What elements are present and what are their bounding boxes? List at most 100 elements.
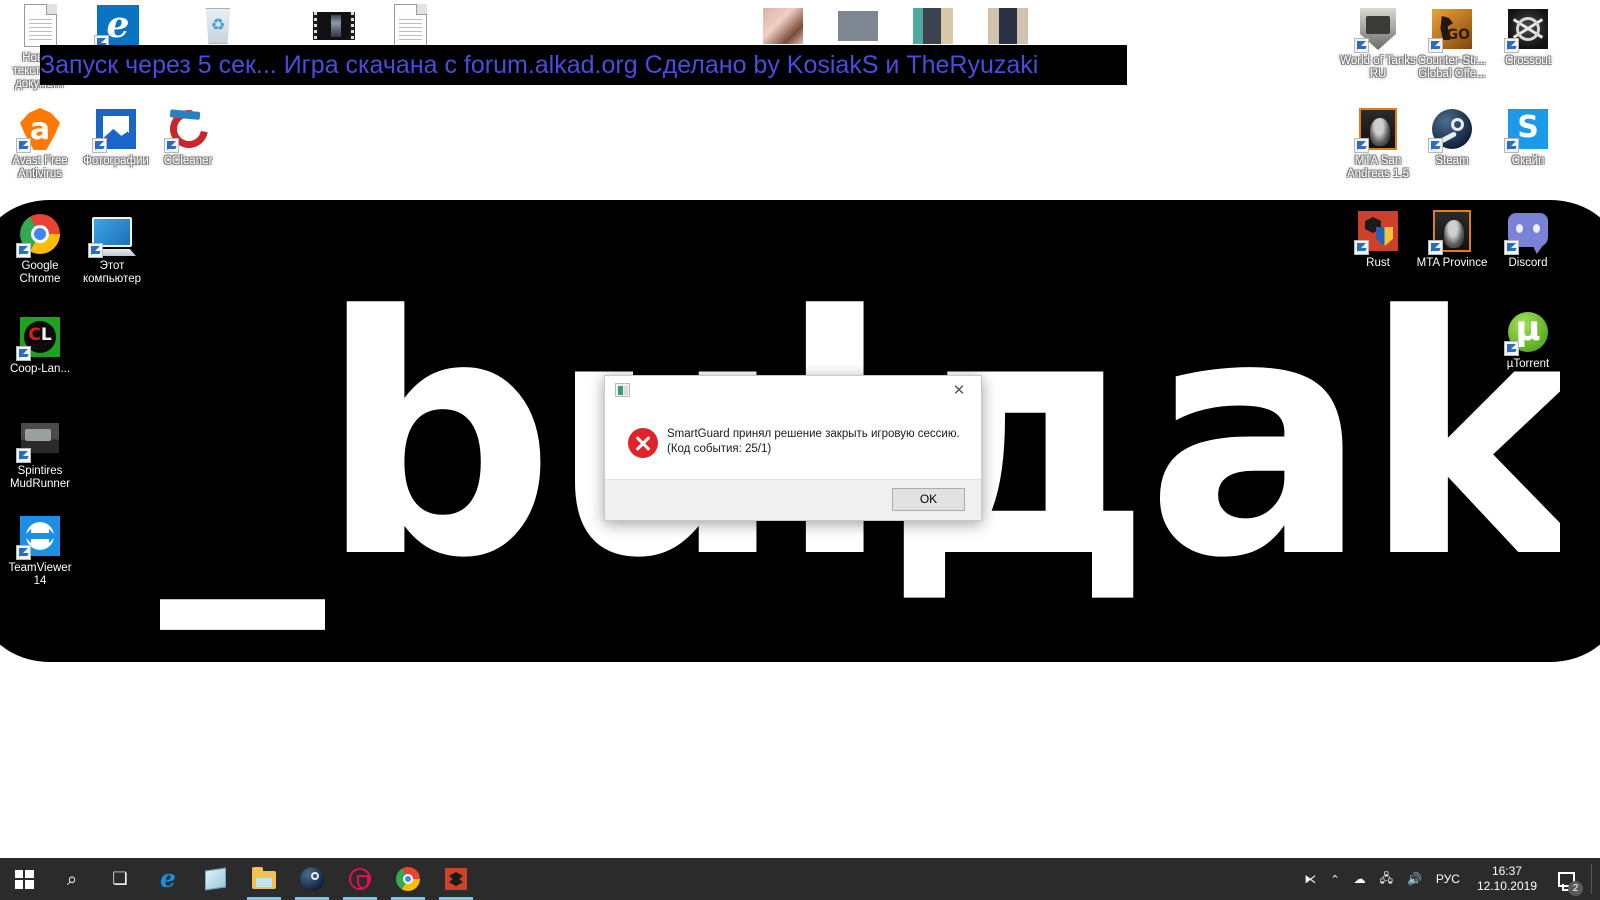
game-launcher-icon	[347, 866, 373, 892]
start-button[interactable]	[0, 858, 48, 900]
language-indicator[interactable]: РУС	[1429, 858, 1467, 900]
shortcut-badge-icon	[16, 243, 31, 258]
onedrive-icon[interactable]: ☁	[1347, 858, 1373, 900]
desktop-icon-avast[interactable]: Avast Free Antivirus	[2, 105, 78, 181]
desktop-icon-photos[interactable]: Фотографии	[78, 105, 154, 168]
taskbar-steam[interactable]	[288, 858, 336, 900]
desktop-icon-mta-province[interactable]: MTA Province	[1414, 207, 1490, 270]
photo-thumbnail-icon	[834, 2, 882, 50]
world-of-tanks-icon	[1354, 5, 1402, 53]
rust-icon	[1354, 207, 1402, 255]
photo-thumbnail-icon	[759, 2, 807, 50]
search-button[interactable]: ⌕	[48, 858, 96, 900]
shortcut-badge-icon	[88, 243, 103, 258]
clock-time: 16:37	[1492, 864, 1522, 879]
file-explorer-icon	[251, 866, 277, 892]
recycle-bin-icon	[194, 2, 242, 50]
desktop-icon-skype[interactable]: Скайп	[1490, 105, 1566, 168]
desktop-icon-label: MTA Province	[1414, 257, 1490, 270]
taskbar-file-explorer[interactable]	[240, 858, 288, 900]
photos-icon	[92, 105, 140, 153]
launch-banner: Запуск через 5 сек... Игра скачана с for…	[40, 45, 1127, 85]
desktop-icon-label: Steam	[1414, 155, 1490, 168]
smartguard-error-dialog: ✕ SmartGuard принял решение закрыть игро…	[604, 375, 982, 521]
crossout-icon	[1504, 5, 1552, 53]
taskbar-rust[interactable]	[432, 858, 480, 900]
people-icon[interactable]: ⧔	[1297, 858, 1323, 900]
rust-icon	[443, 866, 469, 892]
desktop-icon-label: Spintires MudRunner	[2, 465, 78, 491]
desktop-icon-rust[interactable]: Rust	[1340, 207, 1416, 270]
desktop-icon-coop-land[interactable]: CL Coop-Lan...	[2, 313, 78, 376]
photo-thumbnail-icon	[909, 2, 957, 50]
spintires-mudrunner-icon	[16, 415, 64, 463]
app-window-icon	[615, 383, 630, 397]
desktop-icon-this-pc[interactable]: Этот компьютер	[74, 210, 150, 286]
desktop-icon-ccleaner[interactable]: CCleaner	[150, 105, 226, 168]
chevron-up-icon[interactable]: ⌃	[1323, 858, 1346, 900]
this-pc-icon	[88, 210, 136, 258]
text-document-icon	[16, 2, 64, 50]
chrome-icon	[16, 210, 64, 258]
shortcut-badge-icon	[1428, 38, 1443, 53]
desktop-icon-teamviewer[interactable]: TeamViewer 14	[2, 512, 78, 588]
coop-land-icon: CL	[16, 313, 64, 361]
network-icon[interactable]: 🖧	[1373, 858, 1400, 900]
shortcut-badge-icon	[1504, 240, 1519, 255]
shortcut-badge-icon	[92, 138, 107, 153]
desktop-icon-google-chrome[interactable]: Google Chrome	[2, 210, 78, 286]
video-file-icon	[310, 2, 358, 50]
shortcut-badge-icon	[1354, 138, 1369, 153]
task-view-icon: ❏	[107, 866, 133, 892]
desktop-icon-world-of-tanks[interactable]: World of Tanks RU	[1340, 5, 1416, 81]
desktop-icon-discord[interactable]: Discord	[1490, 207, 1566, 270]
taskbar-chrome[interactable]	[384, 858, 432, 900]
desktop-icon-spintires-mudrunner[interactable]: Spintires MudRunner	[2, 415, 78, 491]
desktop-icon-label: µTorrent	[1490, 358, 1566, 371]
taskbar-game-launcher[interactable]	[336, 858, 384, 900]
system-tray: ⧔ ⌃ ☁ 🖧 🔊 РУС 16:37 12.10.2019 2	[1297, 858, 1600, 900]
error-icon	[628, 428, 658, 458]
teamviewer-icon	[16, 512, 64, 560]
task-view-button[interactable]: ❏	[96, 858, 144, 900]
taskbar-notepad[interactable]	[192, 858, 240, 900]
tray-divider	[1591, 864, 1592, 894]
desktop-icon-utorrent[interactable]: µTorrent	[1490, 308, 1566, 371]
dialog-message-line2: (Код события: 25/1)	[667, 442, 969, 457]
shortcut-badge-icon	[1428, 240, 1443, 255]
photo-thumbnail-icon	[984, 2, 1032, 50]
desktop-icon-label: MTA San Andreas 1.5	[1340, 155, 1416, 181]
desktop-icon-label: CCleaner	[150, 155, 226, 168]
volume-icon[interactable]: 🔊	[1400, 858, 1429, 900]
dialog-footer: OK	[605, 479, 981, 520]
mta-province-icon	[1428, 207, 1476, 255]
ok-button[interactable]: OK	[892, 488, 965, 511]
shortcut-badge-icon	[1504, 38, 1519, 53]
desktop-icon-label: Google Chrome	[2, 260, 78, 286]
shortcut-badge-icon	[16, 346, 31, 361]
desktop-icon-csgo[interactable]: GO Counter-Str... Global Offe...	[1414, 5, 1490, 81]
dialog-titlebar[interactable]: ✕	[605, 376, 981, 406]
shortcut-badge-icon	[1428, 138, 1443, 153]
clock-date: 12.10.2019	[1477, 879, 1537, 894]
notifications-button[interactable]: 2	[1547, 858, 1585, 900]
shortcut-badge-icon	[16, 545, 31, 560]
close-icon[interactable]: ✕	[937, 376, 981, 405]
search-icon: ⌕	[59, 866, 85, 892]
edge-icon: e	[155, 866, 181, 892]
taskbar-edge[interactable]: e	[144, 858, 192, 900]
utorrent-icon	[1504, 308, 1552, 356]
desktop-icon-mta-san-andreas[interactable]: MTA San Andreas 1.5	[1340, 105, 1416, 181]
avast-icon	[16, 105, 64, 153]
dialog-message: SmartGuard принял решение закрыть игрову…	[667, 427, 969, 457]
shortcut-badge-icon	[1354, 240, 1369, 255]
csgo-icon: GO	[1428, 5, 1476, 53]
desktop-icon-crossout[interactable]: Crossout	[1490, 5, 1566, 68]
clock[interactable]: 16:37 12.10.2019	[1467, 858, 1547, 900]
mta-san-andreas-icon	[1354, 105, 1402, 153]
desktop-icon-label: Crossout	[1490, 55, 1566, 68]
desktop-icon-steam[interactable]: Steam	[1414, 105, 1490, 168]
ccleaner-icon	[164, 105, 212, 153]
desktop-icon-label: Rust	[1340, 257, 1416, 270]
desktop-icon-label: Фотографии	[78, 155, 154, 168]
